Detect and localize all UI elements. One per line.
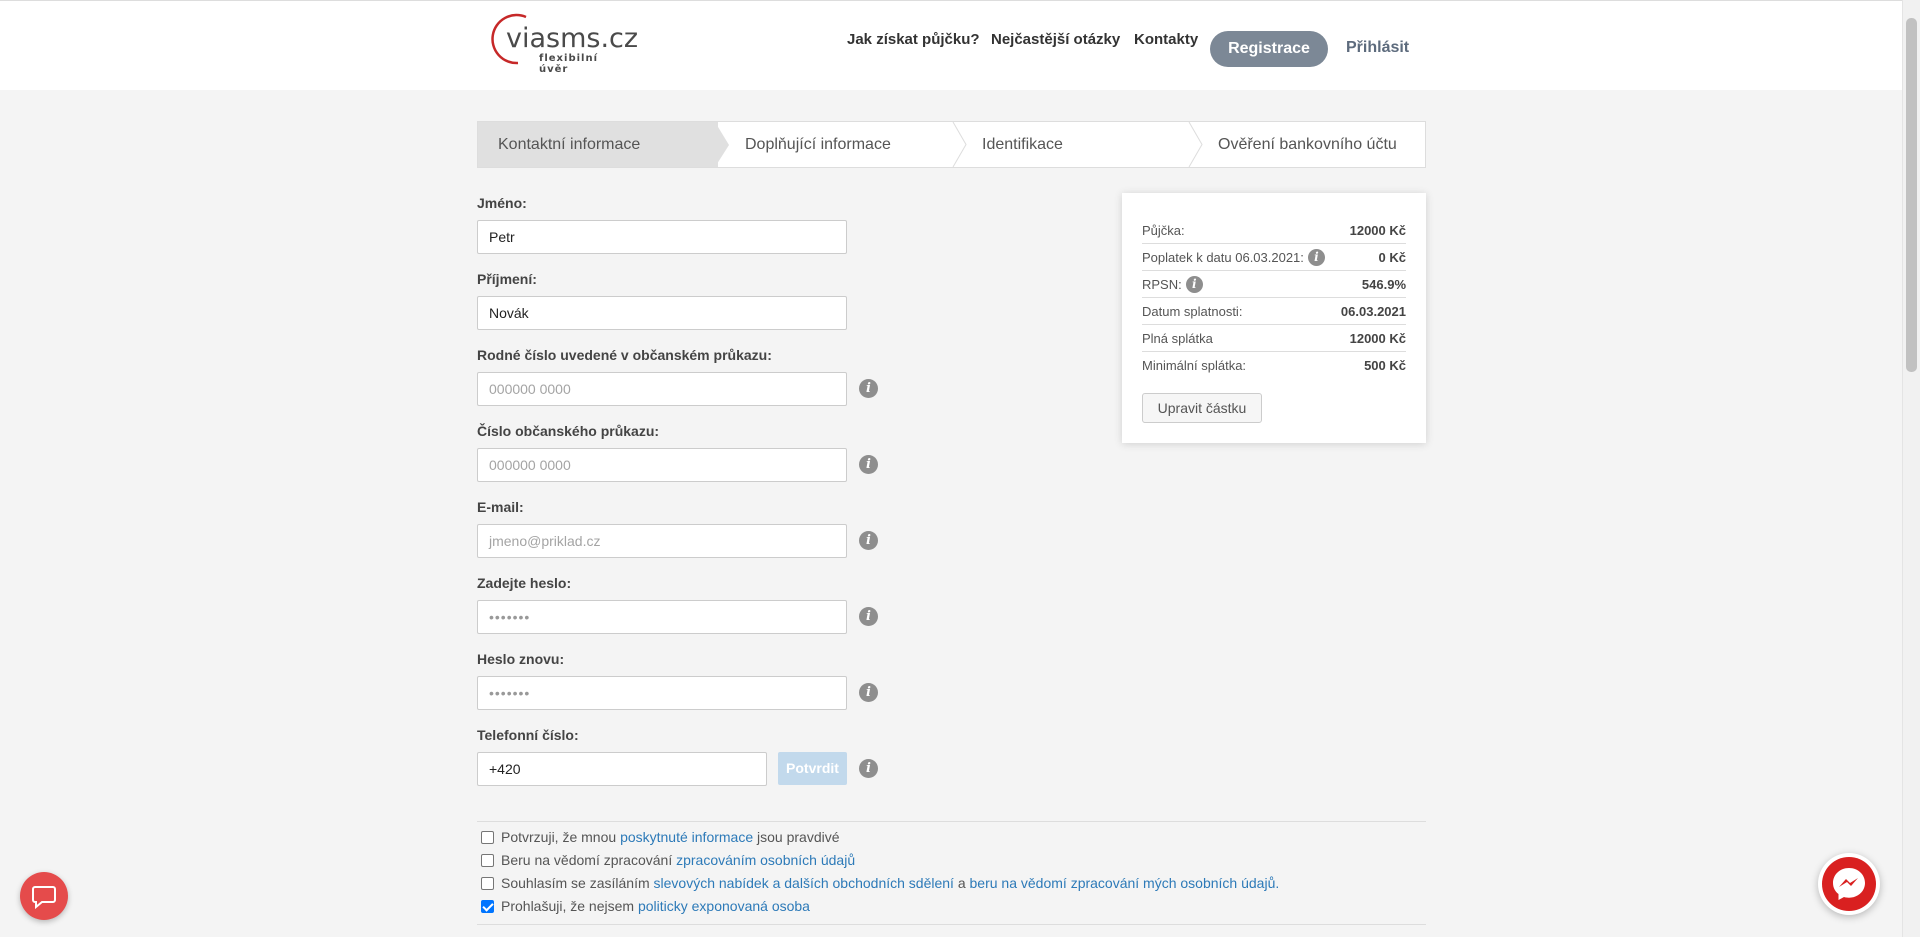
marketing-offers-link[interactable]: slevových nabídek a dalších obchodních s… (654, 875, 954, 891)
chat-icon (32, 886, 56, 910)
consent-checkbox-checked[interactable] (481, 900, 494, 913)
password-again-label: Heslo znovu: (477, 651, 565, 667)
personal-data-link[interactable]: beru na vědomí zpracování mých osobních … (970, 875, 1280, 891)
summary-row-due-date: Datum splatnosti: 06.03.2021 (1142, 298, 1406, 325)
phone-label: Telefonní číslo: (477, 727, 579, 743)
summary-row-fee: Poplatek k datu 06.03.2021: i 0 Kč (1142, 244, 1406, 271)
divider (477, 821, 1426, 822)
confirm-phone-button[interactable]: Potvrdit (778, 752, 847, 785)
last-name-input[interactable]: Novák (477, 296, 847, 330)
chat-button[interactable] (20, 872, 68, 920)
consent-checkbox[interactable] (481, 877, 494, 890)
summary-row-min-payment: Minimální splátka: 500 Kč (1142, 358, 1406, 373)
info-icon[interactable]: i (859, 531, 878, 550)
divider (477, 924, 1426, 925)
logo-tagline: flexibilní úvěr (539, 53, 598, 75)
id-number-input[interactable]: 000000 0000 (477, 448, 847, 482)
consent-checkbox[interactable] (481, 854, 494, 867)
step-additional-info: Doplňující informace (745, 136, 891, 153)
birth-number-input[interactable]: 000000 0000 (477, 372, 847, 406)
info-icon[interactable]: i (859, 455, 878, 474)
last-name-label: Příjmení: (477, 271, 537, 287)
nav-how-to-get-loan[interactable]: Jak získat půjčku? (847, 31, 980, 48)
messenger-button[interactable] (1818, 853, 1880, 915)
loan-summary-card: Půjčka: 12000 Kč Poplatek k datu 06.03.2… (1122, 193, 1426, 443)
login-link[interactable]: Přihlásit (1346, 39, 1409, 57)
consent-checkbox[interactable] (481, 831, 494, 844)
info-icon[interactable]: i (1185, 275, 1203, 293)
page-scrollbar[interactable] (1902, 0, 1920, 937)
password-again-input[interactable]: ••••••• (477, 676, 847, 710)
summary-row-full-payment: Plná splátka 12000 Kč (1142, 325, 1406, 352)
scrollbar-thumb[interactable] (1906, 18, 1917, 372)
birth-number-label: Rodné číslo uvedené v občanském průkazu: (477, 347, 772, 363)
step-bank-verification: Ověření bankovního účtu (1218, 136, 1397, 153)
info-icon[interactable]: i (859, 759, 878, 778)
info-icon[interactable]: i (859, 379, 878, 398)
data-processing-link[interactable]: zpracováním osobních údajů (676, 852, 855, 868)
top-header: viasms.cz flexibilní úvěr Jak získat půj… (0, 0, 1902, 90)
step-separator (952, 122, 967, 167)
step-arrow (715, 122, 729, 167)
summary-row-loan: Půjčka: 12000 Kč (1142, 217, 1406, 244)
nav-faq[interactable]: Nejčastější otázky (991, 31, 1120, 48)
summary-row-rpsn: RPSN: i 546.9% (1142, 271, 1406, 298)
password-label: Zadejte heslo: (477, 575, 572, 591)
email-input[interactable]: jmeno@priklad.cz (477, 524, 847, 558)
nav-contacts[interactable]: Kontakty (1134, 31, 1198, 48)
step-separator (1188, 122, 1203, 167)
info-icon[interactable]: i (859, 683, 878, 702)
info-icon[interactable]: i (1307, 248, 1325, 266)
step-identification: Identifikace (982, 136, 1063, 153)
pep-link[interactable]: politicky exponovaná osoba (638, 898, 810, 914)
email-label: E-mail: (477, 499, 524, 515)
logo-brand: viasms.cz (506, 23, 639, 54)
messenger-icon (1822, 857, 1876, 911)
site-logo[interactable]: viasms.cz flexibilní úvěr (486, 11, 638, 75)
id-number-label: Číslo občanského průkazu: (477, 423, 660, 439)
info-icon[interactable]: i (859, 607, 878, 626)
adjust-amount-button[interactable]: Upravit částku (1142, 393, 1262, 423)
register-button[interactable]: Registrace (1210, 31, 1328, 67)
progress-steps: Kontaktní informace Doplňující informace… (477, 121, 1426, 168)
first-name-label: Jméno: (477, 195, 527, 211)
step-contact-info: Kontaktní informace (478, 122, 718, 167)
provided-info-link[interactable]: poskytnuté informace (620, 829, 753, 845)
password-input[interactable]: ••••••• (477, 600, 847, 634)
phone-input[interactable]: +420 (477, 752, 767, 786)
first-name-input[interactable]: Petr (477, 220, 847, 254)
